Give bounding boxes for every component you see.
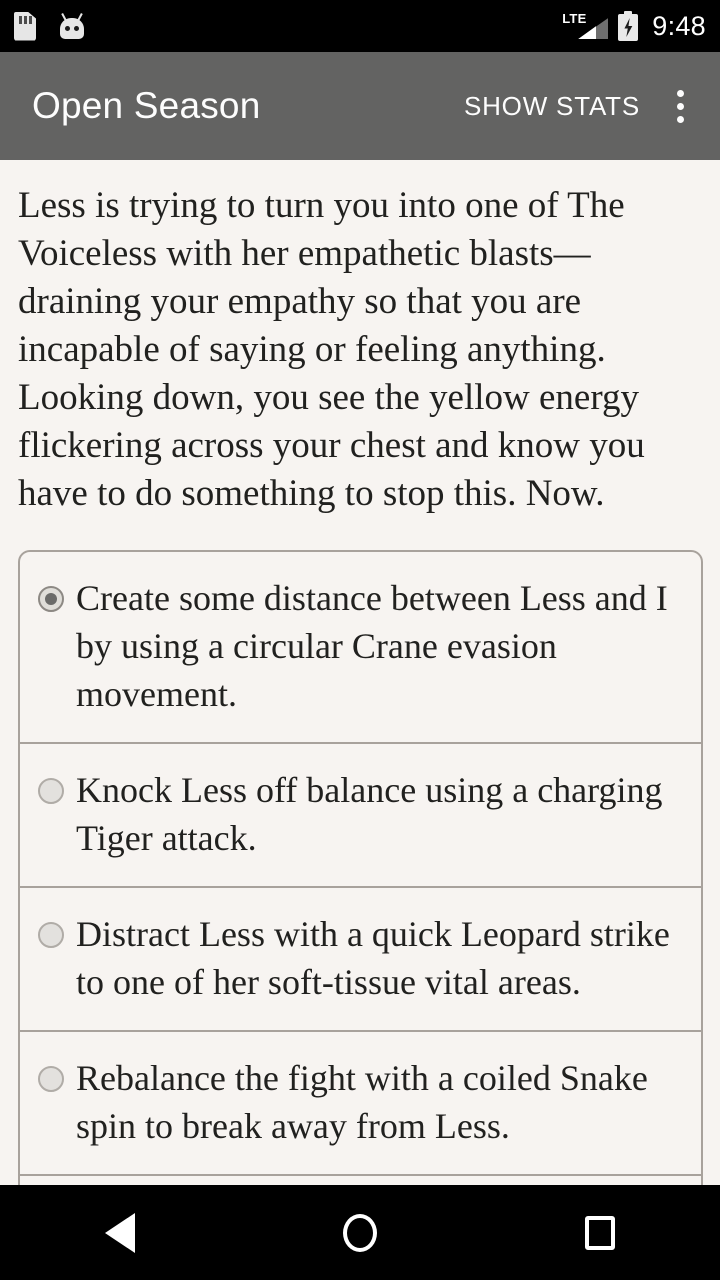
home-button[interactable] bbox=[300, 1185, 420, 1280]
choice-option-4[interactable]: Rebalance the fight with a coiled Snake … bbox=[20, 1032, 701, 1176]
back-button[interactable] bbox=[60, 1185, 180, 1280]
radio-button-selected-icon[interactable] bbox=[38, 586, 64, 612]
status-bar-clock: 9:48 bbox=[652, 10, 706, 41]
radio-button-icon[interactable] bbox=[38, 778, 64, 804]
status-bar: LTE 9:48 bbox=[0, 0, 720, 52]
app-bar: Open Season SHOW STATS bbox=[0, 52, 720, 160]
choice-list: Create some distance between Less and I … bbox=[18, 550, 703, 1224]
back-triangle-icon bbox=[105, 1212, 135, 1253]
home-circle-icon bbox=[343, 1213, 377, 1252]
choice-option-4-label: Rebalance the fight with a coiled Snake … bbox=[76, 1058, 648, 1146]
overflow-menu-icon[interactable] bbox=[658, 80, 702, 132]
navigation-bar bbox=[0, 1185, 720, 1280]
phone-screen: LTE 9:48 Open Season SHOW STATS Less is … bbox=[0, 0, 720, 1280]
choice-option-2-label: Knock Less off balance using a charging … bbox=[76, 770, 663, 858]
show-stats-button[interactable]: SHOW STATS bbox=[464, 91, 640, 122]
sd-card-icon bbox=[14, 11, 36, 41]
story-text: Less is trying to turn you into one of T… bbox=[18, 185, 645, 514]
choice-option-1[interactable]: Create some distance between Less and I … bbox=[20, 552, 701, 744]
choice-option-3-label: Distract Less with a quick Leopard strik… bbox=[76, 914, 670, 1002]
choice-option-1-label: Create some distance between Less and I … bbox=[76, 578, 668, 714]
recents-square-icon bbox=[585, 1215, 615, 1250]
status-bar-left-icons bbox=[14, 11, 86, 41]
android-bugdroid-icon bbox=[58, 12, 86, 39]
lte-signal-icon: LTE bbox=[562, 11, 609, 41]
radio-button-icon[interactable] bbox=[38, 922, 64, 948]
status-bar-right-icons: LTE 9:48 bbox=[562, 11, 706, 42]
recents-button[interactable] bbox=[540, 1185, 660, 1280]
choice-option-2[interactable]: Knock Less off balance using a charging … bbox=[20, 744, 701, 888]
app-bar-actions: SHOW STATS bbox=[464, 80, 702, 132]
battery-charging-icon bbox=[618, 11, 639, 41]
page-title: Open Season bbox=[32, 85, 261, 126]
radio-button-icon[interactable] bbox=[38, 1066, 64, 1092]
choice-option-3[interactable]: Distract Less with a quick Leopard strik… bbox=[20, 888, 701, 1032]
